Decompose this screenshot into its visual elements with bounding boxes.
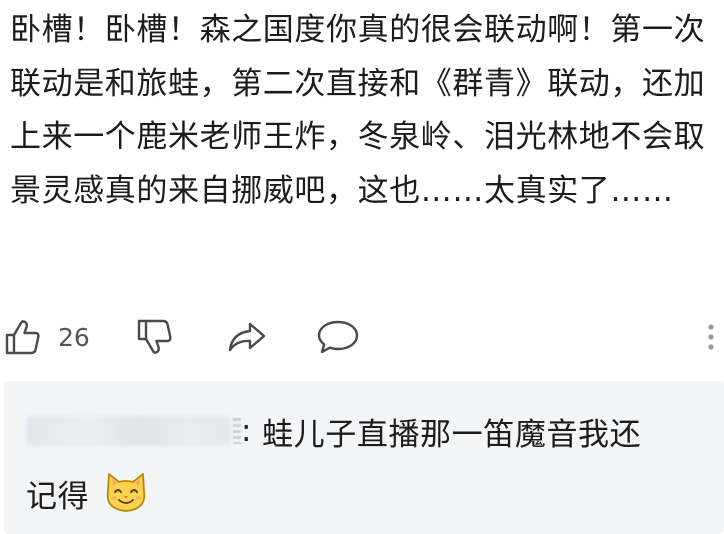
speech-bubble-icon [317,320,359,354]
sub-reply-text: 蛙儿子直播那一笛魔音我还 [262,416,642,453]
cat-face-emoji-icon [106,473,146,512]
like-count: 26 [58,322,90,352]
like-button[interactable]: 26 [4,314,90,360]
vertical-ellipsis-icon [708,324,714,350]
comment-action-bar: 26 [0,314,724,360]
dislike-button[interactable] [136,314,174,360]
sub-reply-line: 记得 [26,468,149,518]
name-separator: : [241,413,253,449]
sub-reply-text-continued: 记得 [26,478,90,515]
thumbs-up-icon [5,320,40,355]
share-arrow-icon [228,322,266,352]
share-button[interactable] [226,314,268,360]
comment-body: 卧槽！卧槽！森之国度你真的很会联动啊！第一次联动是和旅蛙，第二次直接和《群青》联… [10,12,706,209]
sub-reply-line: : 蛙儿子直播那一笛魔音我还 [26,409,641,453]
more-options-button[interactable] [704,314,718,360]
thumbs-down-icon [137,319,172,354]
sub-reply-box[interactable]: : 蛙儿子直播那一笛魔音我还 记得 [4,381,724,534]
blurred-username-tail [233,418,241,444]
blurred-username [26,416,231,446]
reply-button[interactable] [316,314,360,360]
comment-page: 卧槽！卧槽！森之国度你真的很会联动啊！第一次联动是和旅蛙，第二次直接和《群青》联… [0,0,724,534]
